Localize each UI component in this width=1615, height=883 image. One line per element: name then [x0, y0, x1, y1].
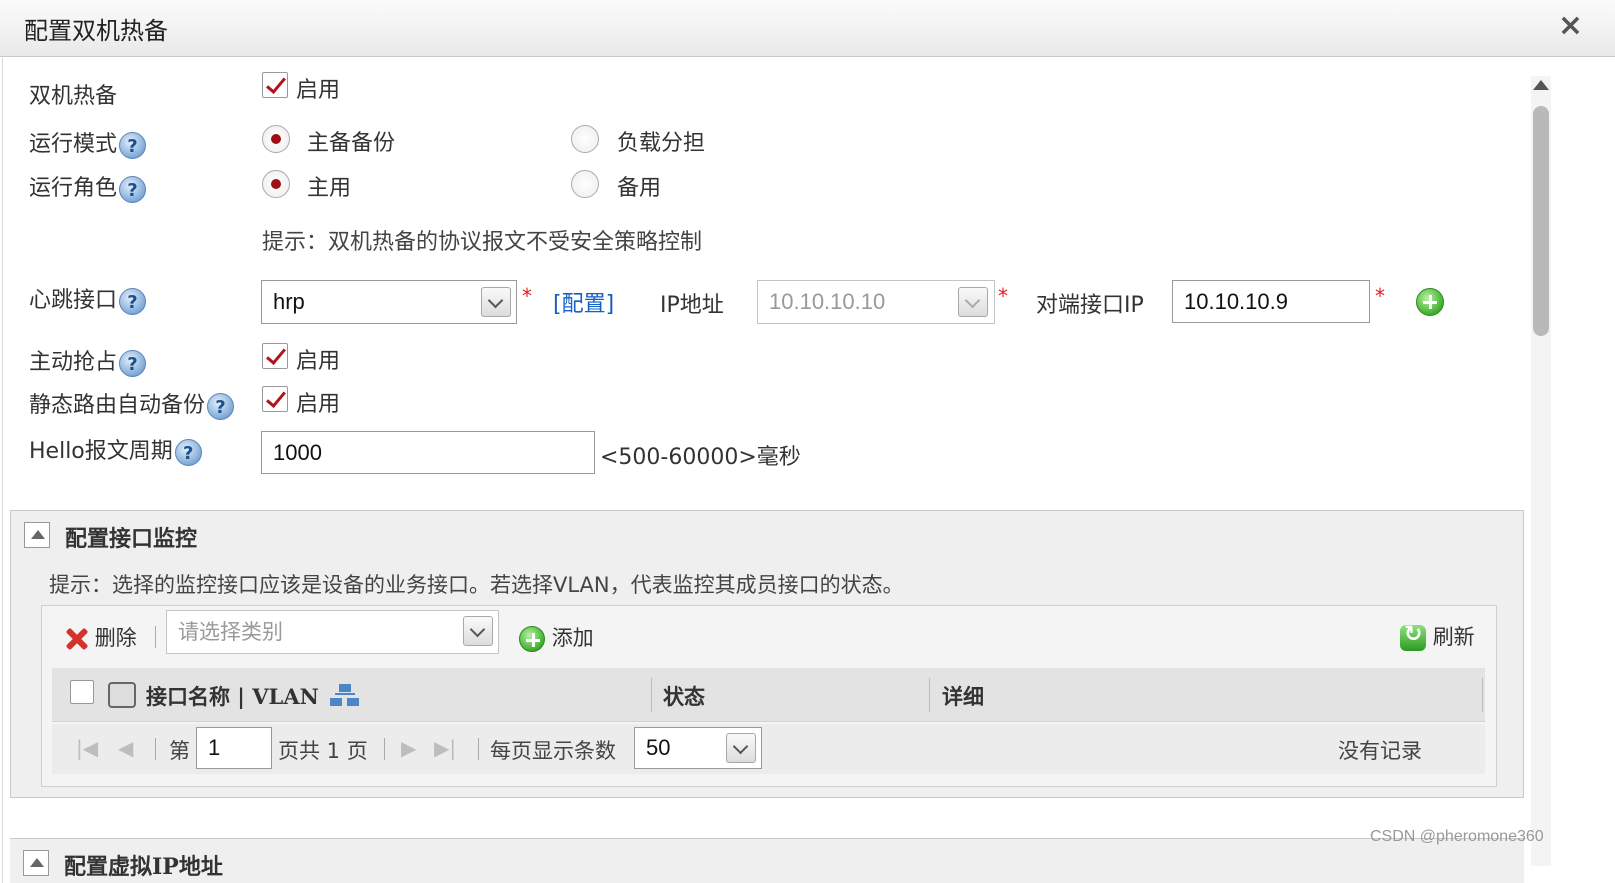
help-icon[interactable]: ?	[207, 392, 235, 420]
virtual-ip-panel: 配置虚拟IP地址	[10, 838, 1524, 883]
dialog-titlebar: 配置双机热备 ×	[0, 0, 1615, 57]
pager-separator	[384, 738, 385, 760]
column-interface[interactable]: 接口名称 | VLAN	[146, 681, 319, 711]
run-role-opt2-label: 备用	[617, 176, 662, 201]
column-detail[interactable]: 详细	[942, 681, 984, 711]
help-icon[interactable]: ?	[174, 438, 202, 466]
next-page-icon[interactable]: ▶	[401, 736, 416, 760]
run-role-master-radio[interactable]	[262, 170, 290, 198]
hot-standby-label: 双机热备	[29, 84, 118, 109]
column-separator	[1482, 678, 1483, 712]
run-role-opt1-label: 主用	[307, 176, 352, 201]
run-mode-label: 运行模式?	[29, 126, 147, 159]
ip-address-label: IP地址	[660, 293, 724, 318]
chevron-down-icon[interactable]	[463, 616, 493, 646]
pager-separator	[155, 738, 156, 760]
required-mark: *	[522, 284, 532, 308]
preempt-label: 主动抢占?	[29, 344, 147, 377]
grid-header: 接口名称 | VLAN 状态 详细	[52, 668, 1485, 722]
no-records-text: 没有记录	[1338, 739, 1422, 763]
grid-pager: |◀ ◀ 第 1 页共 1 页 ▶ ▶| 每页显示条数 50 没有记录	[52, 724, 1485, 774]
interface-icon	[108, 682, 136, 708]
run-mode-opt2-label: 负载分担	[617, 131, 706, 156]
page-number-input[interactable]: 1	[196, 727, 272, 769]
hello-period-label: Hello报文周期?	[29, 433, 202, 466]
chevron-down-icon[interactable]	[726, 733, 756, 763]
delete-icon	[64, 627, 88, 651]
last-page-icon[interactable]: ▶|	[434, 736, 456, 760]
scrollbar-thumb[interactable]	[1533, 106, 1549, 336]
vertical-scrollbar[interactable]	[1531, 76, 1551, 866]
add-circle-icon	[519, 626, 545, 652]
per-page-label: 每页显示条数	[490, 739, 616, 763]
page-prefix: 第	[169, 739, 190, 763]
watermark: CSDN @pheromone360	[1370, 828, 1544, 845]
static-route-backup-checkbox[interactable]	[262, 386, 288, 412]
interface-monitor-grid: 删除 请选择类别 添加 刷新 接口名称 | VLAN	[41, 605, 1497, 787]
delete-button[interactable]: 删除	[64, 622, 137, 652]
page-total: 页共 1 页	[278, 739, 368, 763]
add-circle-icon[interactable]	[1416, 288, 1444, 316]
collapse-icon[interactable]	[23, 850, 49, 876]
help-icon[interactable]: ?	[119, 287, 147, 315]
interface-monitor-title: 配置接口监控	[65, 526, 198, 552]
chevron-down-icon	[958, 287, 988, 317]
peer-ip-label: 对端接口IP	[1036, 293, 1144, 318]
help-icon[interactable]: ?	[119, 131, 147, 159]
toolbar-separator	[155, 626, 156, 648]
hot-standby-tip: 提示：双机热备的协议报文不受安全策略控制	[262, 230, 703, 255]
scroll-up-icon[interactable]	[1533, 80, 1549, 90]
run-mode-opt1-label: 主备备份	[307, 131, 396, 156]
interface-monitor-panel: 配置接口监控 提示：选择的监控接口应该是设备的业务接口。若选择VLAN，代表监控…	[10, 510, 1524, 798]
prev-page-icon[interactable]: ◀	[118, 736, 133, 760]
run-mode-load-balance-radio[interactable]	[571, 125, 599, 153]
select-all-checkbox[interactable]	[70, 680, 94, 704]
column-status[interactable]: 状态	[663, 681, 705, 711]
refresh-button[interactable]: 刷新	[1400, 621, 1475, 651]
column-separator	[651, 678, 652, 712]
required-mark: *	[998, 284, 1008, 308]
virtual-ip-title: 配置虚拟IP地址	[64, 854, 223, 880]
help-icon[interactable]: ?	[119, 349, 147, 377]
hot-standby-checkbox[interactable]	[262, 72, 288, 98]
hello-period-range: <500-60000>毫秒	[600, 445, 801, 470]
hello-period-input[interactable]: 1000	[261, 431, 595, 474]
run-role-label: 运行角色?	[29, 170, 147, 203]
static-route-backup-check-label: 启用	[296, 392, 341, 417]
dialog-content: 双机热备 启用 运行模式? 主备备份 负载分担 运行角色? 主用 备用 提示：双…	[2, 58, 1580, 883]
collapse-icon[interactable]	[24, 522, 50, 548]
heartbeat-interface-select[interactable]: hrp	[261, 280, 517, 324]
add-button[interactable]: 添加	[519, 622, 594, 652]
heartbeat-label: 心跳接口?	[29, 282, 147, 315]
first-page-icon[interactable]: |◀	[76, 736, 98, 760]
category-select[interactable]: 请选择类别	[166, 610, 499, 654]
run-mode-active-standby-radio[interactable]	[262, 125, 290, 153]
static-route-backup-label: 静态路由自动备份?	[29, 387, 235, 420]
peer-ip-input[interactable]: 10.10.10.9	[1172, 280, 1370, 323]
preempt-checkbox[interactable]	[262, 343, 288, 369]
heartbeat-config-link[interactable]: [配置]	[553, 286, 614, 318]
column-separator	[929, 678, 930, 712]
refresh-icon	[1400, 622, 1426, 651]
help-icon[interactable]: ?	[119, 175, 147, 203]
network-icon	[330, 684, 360, 708]
hot-standby-check-label: 启用	[296, 78, 341, 103]
interface-monitor-tip: 提示：选择的监控接口应该是设备的业务接口。若选择VLAN，代表监控其成员接口的状…	[49, 573, 904, 597]
run-role-backup-radio[interactable]	[571, 170, 599, 198]
chevron-down-icon[interactable]	[481, 287, 511, 317]
required-mark: *	[1375, 284, 1385, 308]
dialog-title: 配置双机热备	[24, 17, 168, 45]
pager-separator	[478, 738, 479, 760]
preempt-check-label: 启用	[296, 349, 341, 374]
close-icon[interactable]: ×	[1558, 9, 1583, 43]
